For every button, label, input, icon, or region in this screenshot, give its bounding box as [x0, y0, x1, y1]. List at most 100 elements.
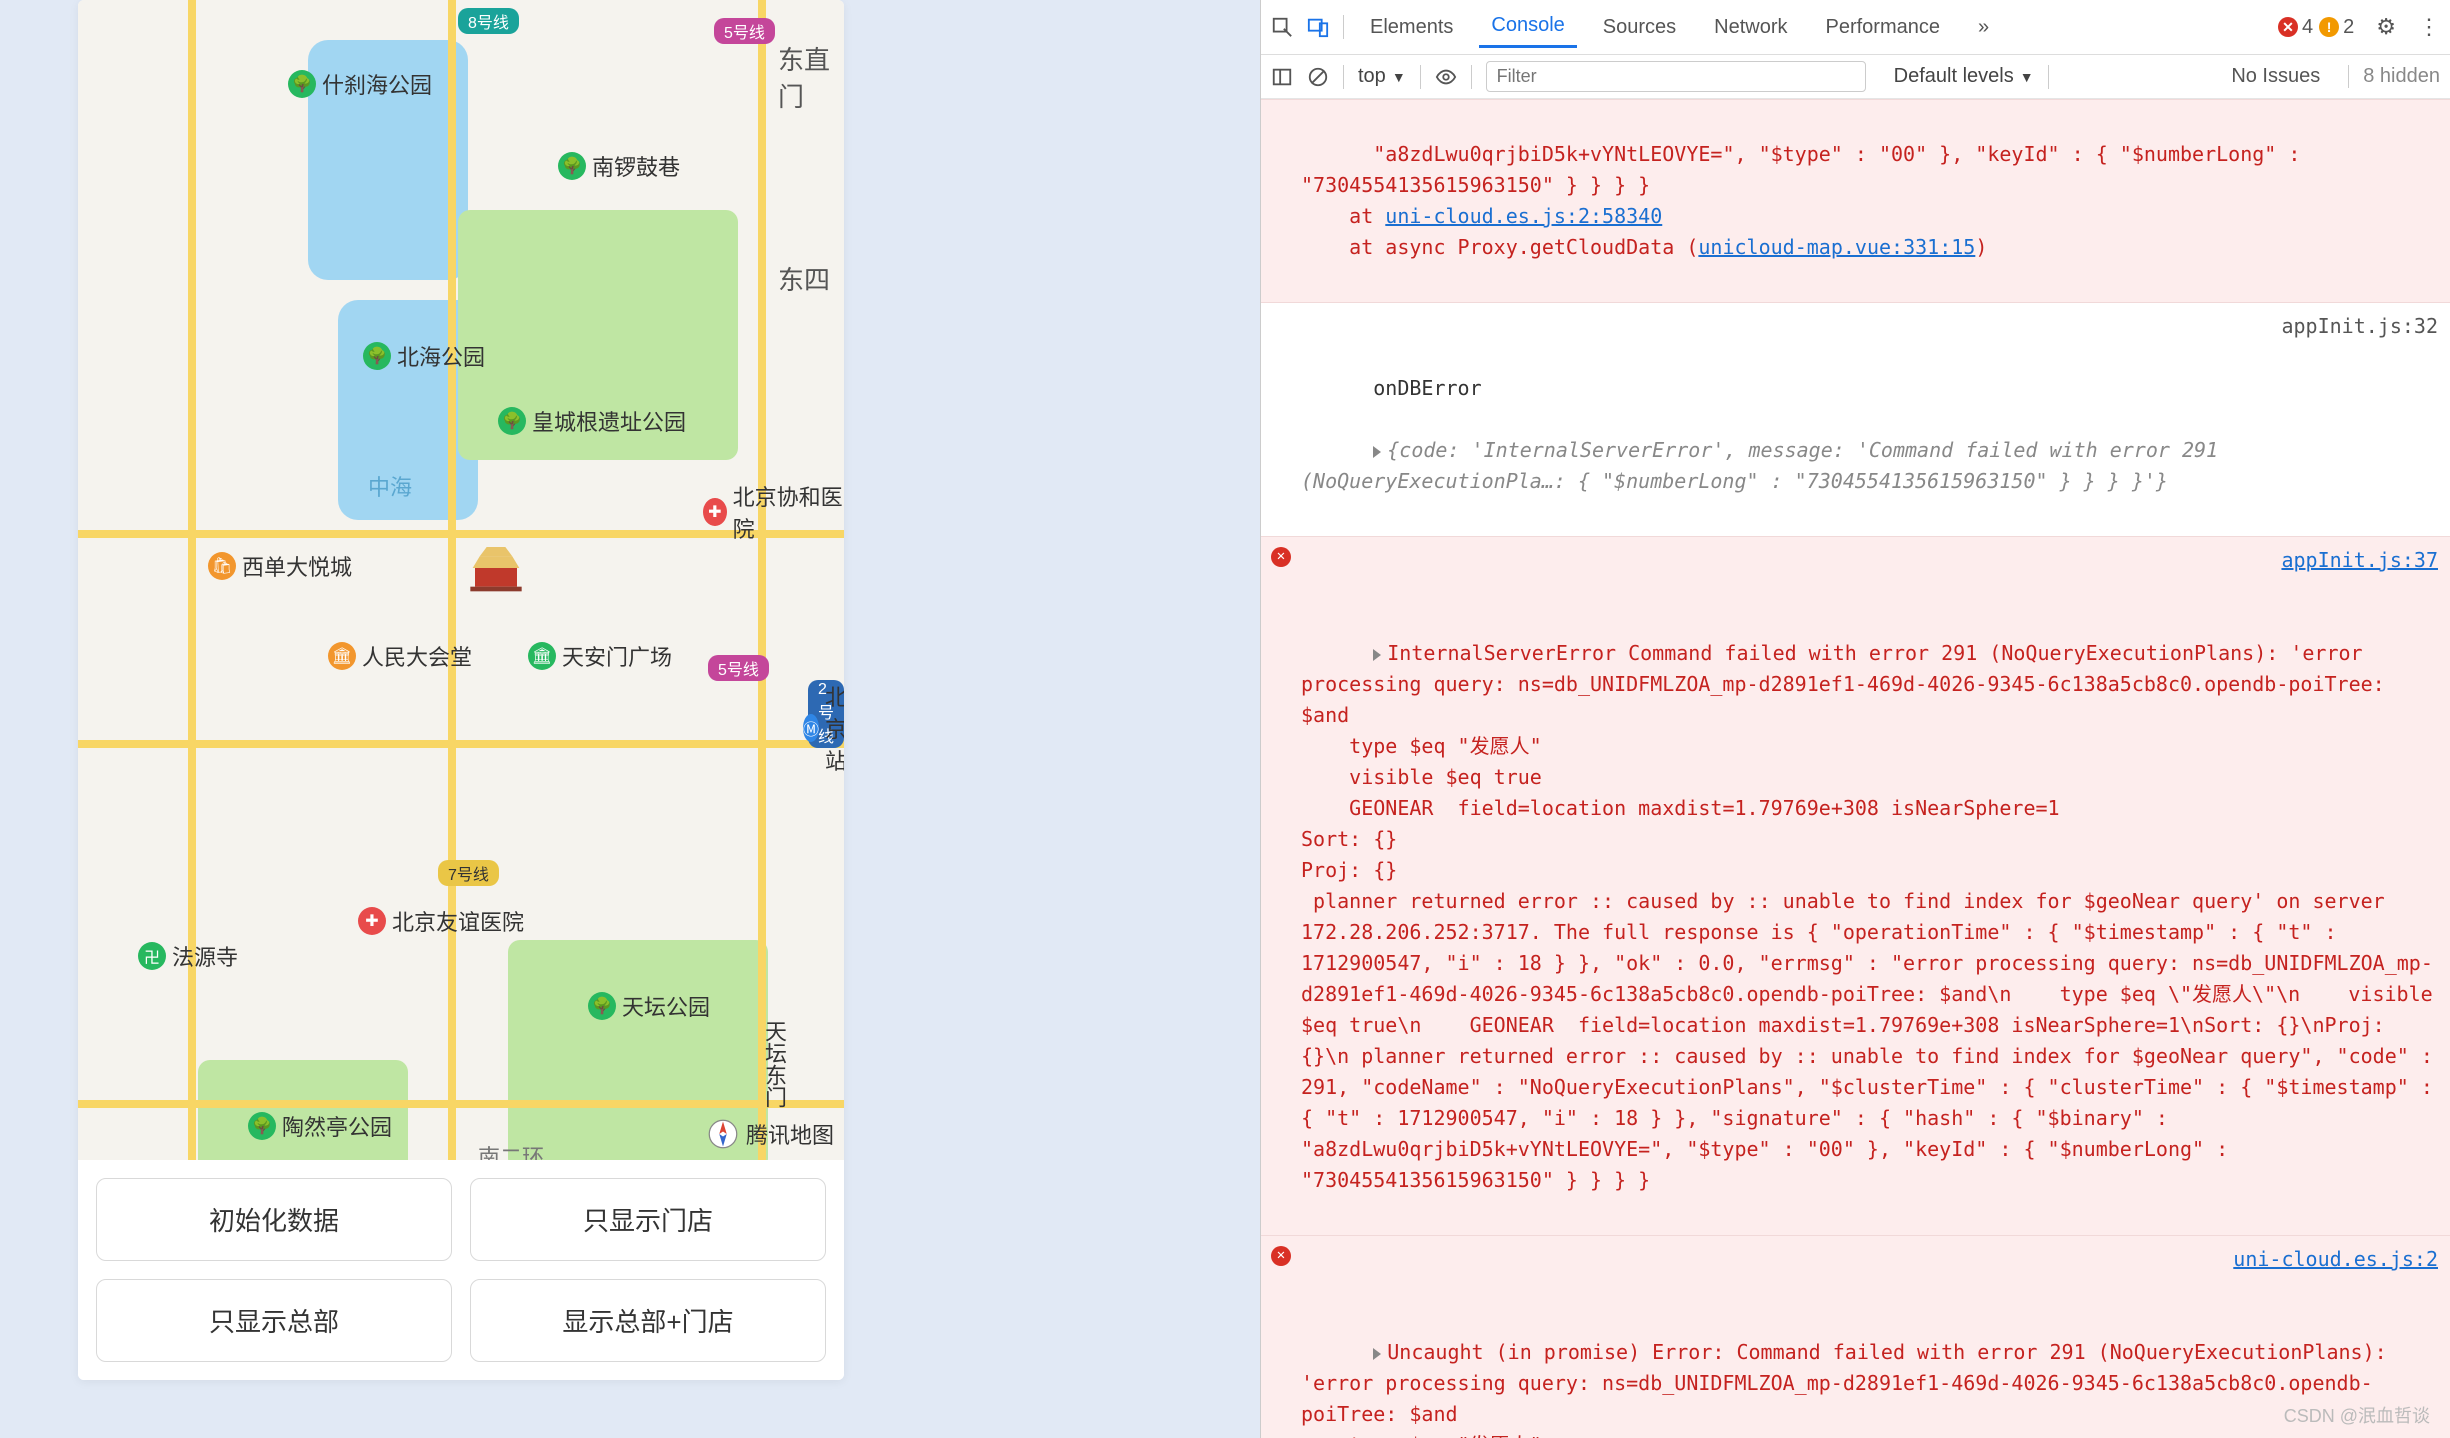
- map-road: [78, 1100, 844, 1108]
- devtools: Elements Console Sources Network Perform…: [1260, 0, 2450, 1438]
- live-expression-icon[interactable]: [1435, 66, 1457, 88]
- hospital-icon: ✚: [703, 498, 727, 526]
- log-text: at async Proxy.getCloudData (: [1301, 235, 1698, 259]
- map-label: 🏛人民大会堂: [328, 640, 472, 672]
- map-label: 🌳什刹海公园: [288, 68, 432, 100]
- log-levels-selector[interactable]: Default levels▼: [1894, 65, 2034, 88]
- map-label-text: 法源寺: [172, 940, 238, 972]
- warning-count[interactable]: !2: [2319, 16, 2354, 39]
- show-both-button[interactable]: 显示总部+门店: [470, 1279, 826, 1362]
- separator: [1343, 65, 1344, 89]
- map-road: [448, 0, 456, 1160]
- map-label: ✚北京友谊医院: [358, 905, 524, 937]
- map-label-text: 天坛东门: [758, 1020, 790, 1108]
- device-toggle-icon[interactable]: [1307, 16, 1329, 38]
- map-road: [758, 0, 766, 1160]
- map-road: [188, 0, 196, 1160]
- issues-label[interactable]: No Issues: [2231, 65, 2320, 88]
- map-label-text: 天坛公园: [622, 990, 710, 1022]
- map-label-text: 东四: [778, 260, 830, 297]
- map-label-text: 天安门广场: [562, 640, 672, 672]
- map-label: 中海: [368, 470, 412, 502]
- map-canvas[interactable]: 8号线 5号线 5号线 7号线 2号线 🌳什刹海公园 🌳南锣鼓巷 东直门 🌳北海…: [78, 0, 844, 1160]
- console-output[interactable]: "a8zdLwu0qrjbiD5k+vYNtLEOVYE=", "$type" …: [1261, 99, 2450, 1438]
- tab-more[interactable]: »: [1966, 8, 2001, 47]
- tree-icon: 🌳: [558, 152, 586, 180]
- map-label: Ⓜ北京站: [803, 680, 844, 776]
- separator: [1420, 65, 1421, 89]
- map-attribution: 腾讯地图: [708, 1118, 834, 1150]
- tab-console[interactable]: Console: [1479, 6, 1576, 48]
- map-label: 东四: [778, 260, 830, 297]
- tree-icon: 🌳: [498, 407, 526, 435]
- expand-caret-icon[interactable]: [1373, 446, 1381, 458]
- subway-badge-7: 7号线: [438, 860, 499, 886]
- source-link[interactable]: appInit.js:32: [2281, 311, 2438, 342]
- chevron-down-icon: ▼: [1392, 69, 1406, 85]
- source-link[interactable]: uni-cloud.es.js:2:58340: [1385, 204, 1662, 228]
- warning-count-value: 2: [2343, 16, 2354, 39]
- tab-network[interactable]: Network: [1702, 8, 1799, 47]
- tab-sources[interactable]: Sources: [1591, 8, 1688, 47]
- source-link[interactable]: unicloud-map.vue:331:15: [1698, 235, 1975, 259]
- map-label-text: 南二环: [478, 1140, 544, 1160]
- source-link[interactable]: appInit.js:37: [2281, 545, 2438, 576]
- map-label-text: 西单大悦城: [242, 550, 352, 582]
- map-label: 🌳南锣鼓巷: [558, 150, 680, 182]
- landmark-icon: 🏛: [328, 642, 356, 670]
- map-label: 🌳皇城根遗址公园: [498, 405, 686, 437]
- tab-performance[interactable]: Performance: [1814, 8, 1953, 47]
- map-label-text: 陶然亭公园: [282, 1110, 392, 1142]
- context-selector[interactable]: top ▼: [1358, 65, 1406, 88]
- issue-counts: ✕4 !2: [2278, 16, 2354, 39]
- show-hq-button[interactable]: 只显示总部: [96, 1279, 452, 1362]
- clear-console-icon[interactable]: [1307, 66, 1329, 88]
- error-count[interactable]: ✕4: [2278, 16, 2313, 39]
- phone-frame: 8号线 5号线 5号线 7号线 2号线 🌳什刹海公园 🌳南锣鼓巷 东直门 🌳北海…: [78, 0, 844, 1380]
- sidebar-toggle-icon[interactable]: [1271, 66, 1293, 88]
- log-text: InternalServerError Command failed with …: [1301, 641, 2445, 1192]
- hidden-count[interactable]: 8 hidden: [2348, 65, 2440, 88]
- console-log-error: ✕ uni-cloud.es.js:2 Uncaught (in promise…: [1261, 1235, 2450, 1438]
- map-label-text: 什刹海公园: [322, 68, 432, 100]
- expand-caret-icon[interactable]: [1373, 1348, 1381, 1360]
- subway-badge-5: 5号线: [714, 18, 775, 44]
- button-grid: 初始化数据 只显示门店 只显示总部 显示总部+门店: [78, 1160, 844, 1380]
- log-text: ): [1975, 235, 1987, 259]
- map-label: 天坛东门: [758, 1020, 790, 1108]
- error-count-value: 4: [2302, 16, 2313, 39]
- landmark-icon: 🏛: [528, 642, 556, 670]
- watermark: CSDN @泯血哲谈: [2284, 1402, 2430, 1428]
- show-stores-button[interactable]: 只显示门店: [470, 1178, 826, 1261]
- log-head: onDBError: [1373, 376, 1481, 400]
- gear-icon[interactable]: ⚙: [2376, 14, 2396, 40]
- source-link[interactable]: uni-cloud.es.js:2: [2233, 1244, 2438, 1275]
- separator: [1471, 65, 1472, 89]
- expand-caret-icon[interactable]: [1373, 649, 1381, 661]
- map-label: 🌳天坛公园: [588, 990, 710, 1022]
- map-label: 🛍西单大悦城: [208, 550, 352, 582]
- mall-icon: 🛍: [208, 552, 236, 580]
- map-label: 🌳陶然亭公园: [248, 1110, 392, 1142]
- inspect-icon[interactable]: [1271, 16, 1293, 38]
- log-levels-value: Default levels: [1894, 65, 2014, 88]
- map-label: 东直门: [778, 40, 844, 114]
- context-value: top: [1358, 65, 1386, 88]
- compass-icon: [708, 1119, 738, 1149]
- tiananmen-icon: [468, 540, 524, 596]
- tab-elements[interactable]: Elements: [1358, 8, 1465, 47]
- map-label-text: 北京友谊医院: [392, 905, 524, 937]
- kebab-icon[interactable]: ⋮: [2418, 14, 2440, 40]
- map-label: 🏛天安门广场: [528, 640, 672, 672]
- error-icon: ✕: [1271, 1246, 1291, 1266]
- console-toolbar: top ▼ Default levels▼ No Issues 8 hidden: [1261, 55, 2450, 99]
- map-road: [78, 740, 844, 748]
- console-log-error: ✕ appInit.js:37 InternalServerError Comm…: [1261, 536, 2450, 1235]
- log-object[interactable]: {code: 'InternalServerError', message: '…: [1301, 438, 2230, 493]
- init-data-button[interactable]: 初始化数据: [96, 1178, 452, 1261]
- simulator-panel: 8号线 5号线 5号线 7号线 2号线 🌳什刹海公园 🌳南锣鼓巷 东直门 🌳北海…: [0, 0, 1260, 1438]
- hospital-icon: ✚: [358, 907, 386, 935]
- error-icon: ✕: [2278, 17, 2298, 37]
- filter-input[interactable]: [1486, 61, 1866, 92]
- tree-icon: 🌳: [588, 992, 616, 1020]
